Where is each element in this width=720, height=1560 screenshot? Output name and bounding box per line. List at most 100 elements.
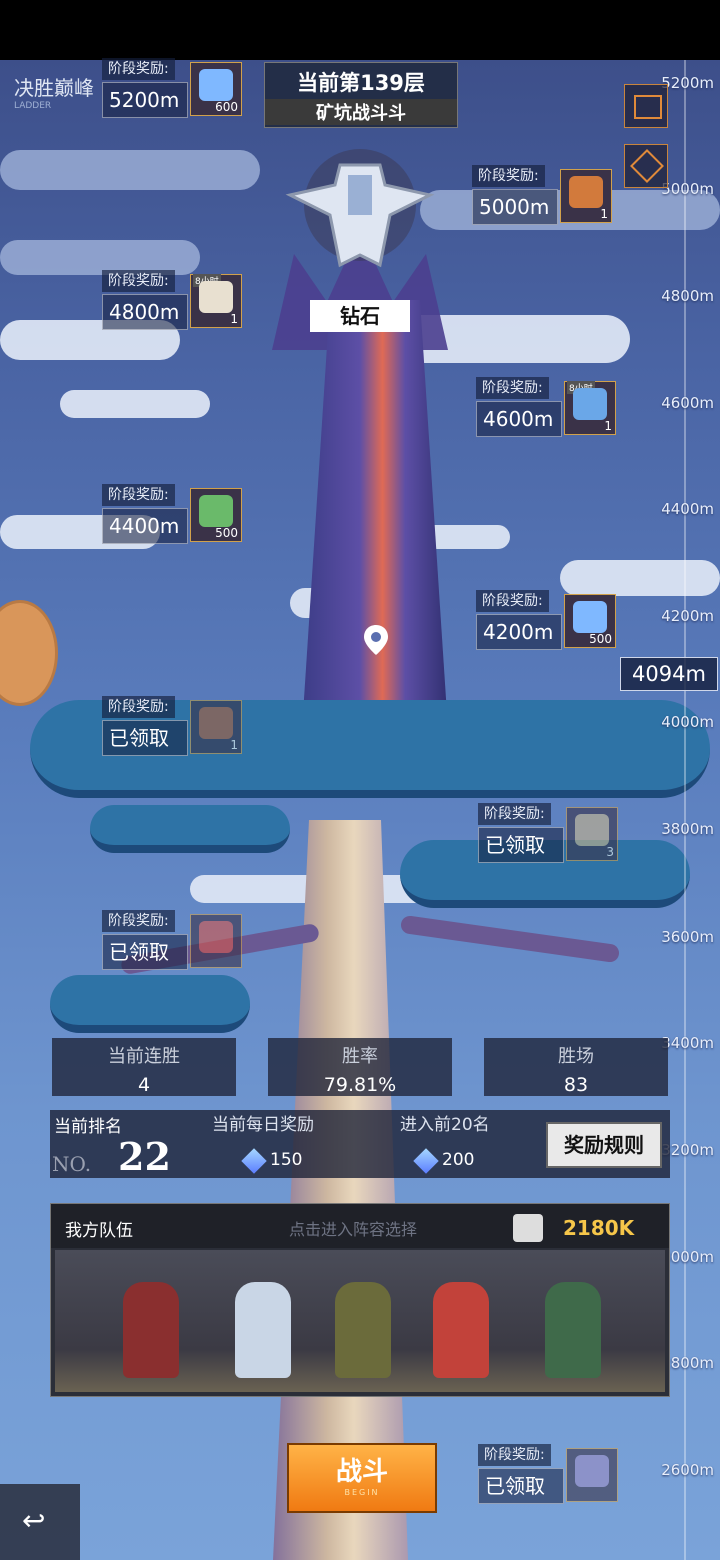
gem-icon [199,69,233,101]
battle-label: 战斗 [335,1457,388,1487]
cloud [0,150,260,190]
reward-head: 阶段奖励: [102,58,175,80]
stage-reward[interactable]: 阶段奖励: 4400m 500 [102,484,242,544]
scale-label: 4200m [661,607,714,625]
mode-title: 决胜巅峰 LADDER [0,72,110,111]
mode-title-en: LADDER [14,101,52,111]
medal-icon [575,1455,609,1487]
stage-reward-claimed[interactable]: 阶段奖励: 已领取 [102,910,242,970]
hero-sprite[interactable] [545,1282,601,1378]
team-header: 我方队伍 点击进入阵容选择 2180K [51,1204,669,1248]
stage-reward[interactable]: 阶段奖励: 4600m 8小时1 [476,377,616,437]
reward-distance: 4600m [476,401,562,437]
stage-reward-claimed[interactable]: 阶段奖励: 已领取 [478,1444,618,1504]
reward-head: 阶段奖励: [102,696,175,718]
scale-label: 4400m [661,500,714,518]
stat-label: 胜率 [342,1046,378,1067]
chest-icon [199,921,233,953]
reward-head: 阶段奖励: [102,910,175,932]
battle-button[interactable]: 战斗 BEGIN [287,1443,437,1513]
stage-reward[interactable]: 阶段奖励: 5200m 600 [102,58,242,118]
hero-sprite[interactable] [433,1282,489,1378]
battle-label-en: BEGIN [344,1488,380,1497]
stage-reward[interactable]: 阶段奖励: 5000m 1 [472,165,612,225]
rank-label: 当前排名 [54,1117,122,1137]
stat-value: 4 [137,1074,151,1096]
scale-label: 4000m [661,713,714,731]
reward-item[interactable]: 3 [566,807,618,861]
scale-label: 4800m [661,287,714,305]
emblem-icon [630,149,664,183]
reward-count: 500 [215,526,238,540]
reward-item[interactable] [190,914,242,968]
scale-label: 3800m [661,820,714,838]
reward-status: 已领取 [102,934,188,970]
team-hint: 点击进入阵容选择 [289,1220,418,1239]
stat-win-rate: 胜率 79.81% [268,1038,452,1096]
reward-head: 阶段奖励: [102,270,175,292]
reward-head: 阶段奖励: [472,165,545,187]
reward-item[interactable]: 500 [190,488,242,542]
gem-icon [241,1148,267,1174]
hero-sprite[interactable] [235,1282,291,1378]
reward-distance: 4800m [102,294,188,330]
stage-reward[interactable]: 阶段奖励: 4200m 500 [476,590,616,650]
top20-label: 进入前20名 [400,1115,490,1135]
location-pin-icon [364,625,388,655]
mode-title-text: 决胜巅峰 [14,76,94,100]
reward-item[interactable] [566,1448,618,1502]
back-button[interactable]: ↩ [0,1484,80,1560]
reward-item[interactable]: 600 [190,62,242,116]
scroll-icon [575,814,609,846]
reward-count: 1 [600,207,608,221]
reward-item[interactable]: 8小时1 [564,381,616,435]
reward-count: 1 [604,419,612,433]
stage-reward[interactable]: 阶段奖励: 4800m 8小时1 [102,270,242,330]
syringe-icon [199,495,233,527]
reward-count: 500 [589,632,612,646]
book-icon [199,707,233,739]
hero-sprite[interactable] [123,1282,179,1378]
cloud [60,390,210,418]
food-icon [199,281,233,313]
tree-canopy [90,805,290,853]
stage-name: 矿坑战斗斗 [265,99,457,125]
scale-label: 2600m [661,1461,714,1479]
top20-value: 200 [442,1150,475,1170]
scale-label: 3400m [661,1034,714,1052]
team-lineup[interactable] [55,1250,665,1392]
reward-count: 3 [606,845,614,859]
tree-branch [399,914,621,964]
reward-item[interactable]: 1 [560,169,612,223]
gem-icon [413,1148,439,1174]
hero-sprite[interactable] [335,1282,391,1378]
reward-head: 阶段奖励: [102,484,175,506]
reward-item[interactable]: 8小时1 [190,274,242,328]
reward-status: 已领取 [102,720,188,756]
leaderboard-button[interactable] [624,84,668,128]
team-panel[interactable]: 我方队伍 点击进入阵容选择 2180K [50,1203,670,1397]
reward-distance: 5200m [102,82,188,118]
rank-value: 22 [118,1134,171,1179]
stage-reward-claimed[interactable]: 阶段奖励: 已领取 1 [102,696,242,756]
floor-title-panel: 当前第139层 矿坑战斗斗 [264,62,458,128]
stat-value: 79.81% [323,1074,397,1096]
shop-button[interactable] [624,144,668,188]
reward-item[interactable]: 500 [564,594,616,648]
fist-icon [513,1214,543,1242]
reward-rules-button[interactable]: 奖励规则 [546,1122,662,1168]
height-scale-line [684,60,686,1560]
rank-tier-label: 钻石 [310,300,410,332]
reward-item[interactable]: 1 [190,700,242,754]
stage-reward-claimed[interactable]: 阶段奖励: 已领取 3 [478,803,618,863]
book-icon [569,176,603,208]
tower [300,300,450,760]
reward-distance: 5000m [472,189,558,225]
reward-distance: 4200m [476,614,562,650]
diamond-rank-badge [280,145,440,275]
team-title: 我方队伍 [65,1221,133,1241]
floor-text: 当前第139层 [297,71,425,95]
scale-label: 4600m [661,394,714,412]
rank-no: NO. [52,1152,92,1176]
current-height: 4094m [620,657,718,691]
